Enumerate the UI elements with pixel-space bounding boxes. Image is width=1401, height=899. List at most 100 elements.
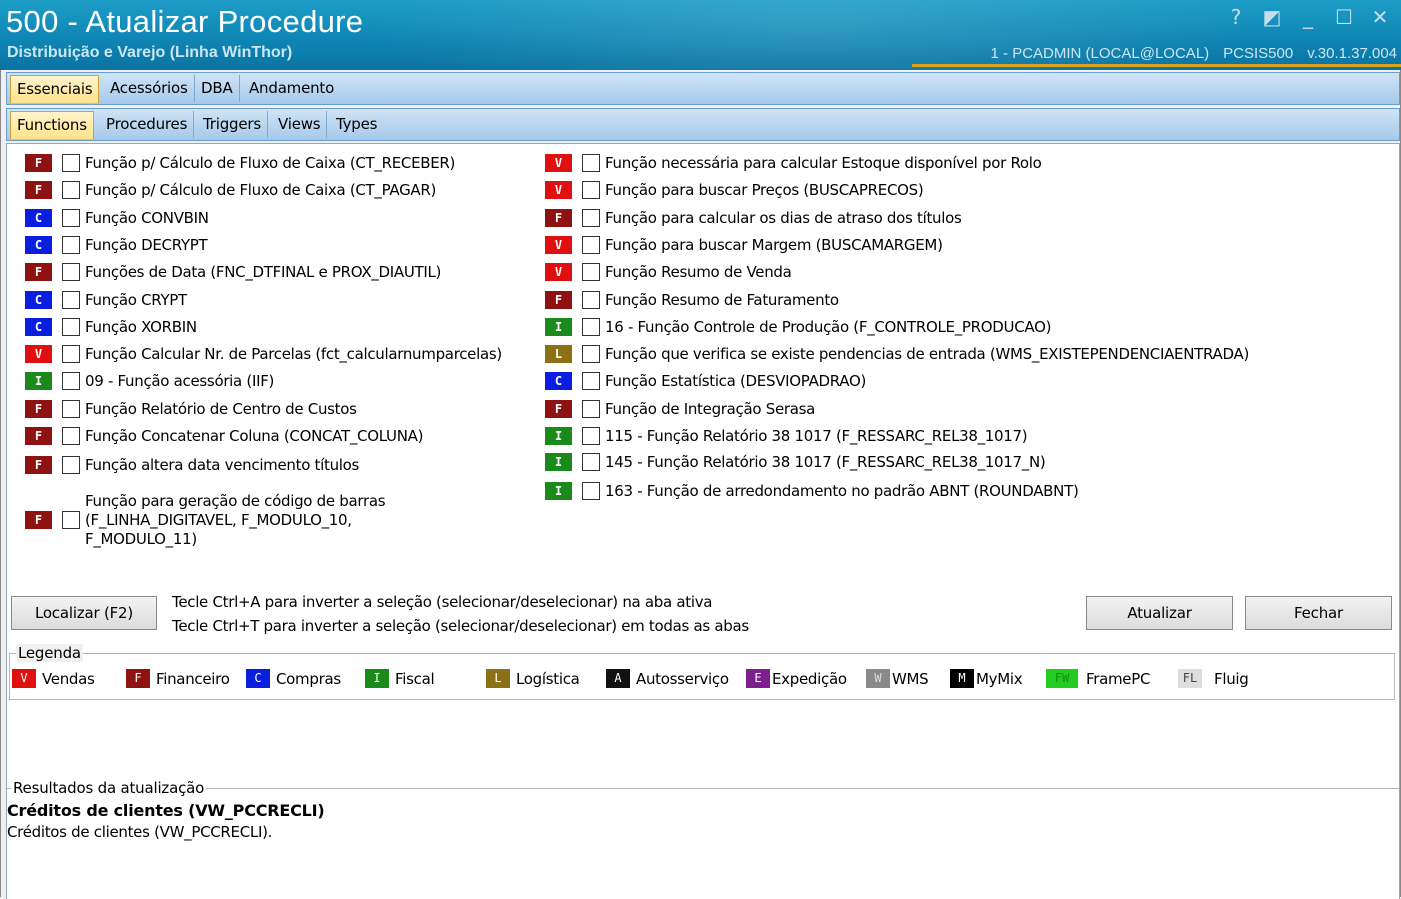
list-item[interactable]: I 16 - Função Controle de Produção (F_CON… xyxy=(545,316,1051,338)
financeiro-swatch: F xyxy=(126,669,150,688)
list-item[interactable]: F Função para calcular os dias de atraso … xyxy=(545,207,962,229)
item-label: Função para buscar Preços (BUSCAPRECOS) xyxy=(605,181,924,199)
vendas-badge: V xyxy=(545,181,572,199)
list-item[interactable]: F Função Relatório de Centro de Custos xyxy=(25,398,357,420)
list-item[interactable]: F Função p/ Cálculo de Fluxo de Caixa (CT… xyxy=(25,152,455,174)
item-checkbox[interactable] xyxy=(62,181,80,199)
financeiro-badge: F xyxy=(25,427,52,445)
compras-badge: C xyxy=(25,209,52,227)
list-item[interactable]: F Função Resumo de Faturamento xyxy=(545,289,839,311)
tab-andamento[interactable]: Andamento xyxy=(243,75,340,102)
item-checkbox[interactable] xyxy=(582,453,600,471)
item-label: Função Concatenar Coluna (CONCAT_COLUNA) xyxy=(85,427,424,445)
tab-views[interactable]: Views xyxy=(272,111,328,138)
list-item[interactable]: I 145 - Função Relatório 38 1017 (F_RESSA… xyxy=(545,451,1046,473)
localizar-button[interactable]: Localizar (F2) xyxy=(11,596,157,630)
item-checkbox[interactable] xyxy=(582,181,600,199)
list-item[interactable]: C Função CONVBIN xyxy=(25,207,209,229)
item-checkbox[interactable] xyxy=(62,291,80,309)
tab-dba[interactable]: DBA xyxy=(195,75,240,102)
legend-item-wms: W WMS xyxy=(866,669,929,688)
financeiro-badge: F xyxy=(25,456,52,474)
list-item[interactable]: V Função para buscar Margem (BUSCAMARGEM) xyxy=(545,234,943,256)
results-heading: Créditos de clientes (VW_PCCRECLI) xyxy=(7,801,325,820)
list-item[interactable]: F Funções de Data (FNC_DTFINAL e PROX_DIA… xyxy=(25,261,441,283)
item-checkbox[interactable] xyxy=(582,345,600,363)
item-checkbox[interactable] xyxy=(582,263,600,281)
item-checkbox[interactable] xyxy=(582,400,600,418)
item-checkbox[interactable] xyxy=(582,482,600,500)
item-checkbox[interactable] xyxy=(582,372,600,390)
list-item[interactable]: C Função DECRYPT xyxy=(25,234,208,256)
item-checkbox[interactable] xyxy=(582,236,600,254)
item-checkbox[interactable] xyxy=(62,263,80,281)
list-item[interactable]: F Função p/ Cálculo de Fluxo de Caixa (CT… xyxy=(25,179,436,201)
tab-acessorios[interactable]: Acessórios xyxy=(104,75,195,102)
list-item[interactable]: L Função que verifica se existe pendencia… xyxy=(545,343,1249,365)
item-label: Função CONVBIN xyxy=(85,209,209,227)
list-item[interactable]: C Função Estatística (DESVIOPADRAO) xyxy=(545,370,866,392)
user-info: 1 - PCADMIN (LOCAL@LOCAL) xyxy=(990,45,1210,62)
minimize-icon[interactable]: _ xyxy=(1297,6,1319,28)
tab-triggers[interactable]: Triggers xyxy=(197,111,268,138)
fiscal-badge: I xyxy=(545,427,572,445)
results-panel[interactable]: Resultados da atualização Créditos de cl… xyxy=(7,779,1399,899)
tab-procedures[interactable]: Procedures xyxy=(100,111,195,138)
restore-icon[interactable]: ◩ xyxy=(1261,6,1283,28)
help-icon[interactable]: ? xyxy=(1225,6,1247,28)
fiscal-swatch: I xyxy=(365,669,389,688)
compras-badge: C xyxy=(25,236,52,254)
item-label: Função altera data vencimento títulos xyxy=(85,456,360,474)
list-item[interactable]: V Função necessária para calcular Estoque… xyxy=(545,152,1042,174)
financeiro-badge: F xyxy=(545,209,572,227)
item-checkbox[interactable] xyxy=(62,345,80,363)
list-item[interactable]: F Função Concatenar Coluna (CONCAT_COLUNA… xyxy=(25,425,423,447)
legend-title: Legenda xyxy=(16,644,83,662)
list-item[interactable]: I 163 - Função de arredondamento no padrã… xyxy=(545,480,1079,502)
tab-essenciais[interactable]: Essenciais xyxy=(10,75,100,103)
item-checkbox[interactable] xyxy=(62,154,80,172)
fiscal-badge: I xyxy=(545,482,572,500)
item-checkbox[interactable] xyxy=(62,427,80,445)
item-checkbox[interactable] xyxy=(582,427,600,445)
legend-label: Fluig xyxy=(1214,669,1249,688)
item-checkbox[interactable] xyxy=(582,154,600,172)
list-item[interactable]: F Função altera data vencimento títulos xyxy=(25,454,359,476)
list-item[interactable]: F Função de Integração Serasa xyxy=(545,398,815,420)
main-frame: Essenciais Acessórios DBA Andamento Func… xyxy=(0,70,1401,899)
item-checkbox[interactable] xyxy=(582,291,600,309)
list-item[interactable]: V Função Resumo de Venda xyxy=(545,261,792,283)
list-item[interactable]: I 115 - Função Relatório 38 1017 (F_RESSA… xyxy=(545,425,1028,447)
item-checkbox[interactable] xyxy=(62,400,80,418)
vendas-swatch: V xyxy=(12,669,36,688)
item-checkbox[interactable] xyxy=(62,372,80,390)
item-checkbox[interactable] xyxy=(582,318,600,336)
item-checkbox[interactable] xyxy=(62,456,80,474)
legend-item-expedicao: E Expedição xyxy=(746,669,847,688)
item-checkbox[interactable] xyxy=(62,236,80,254)
item-checkbox[interactable] xyxy=(582,209,600,227)
item-checkbox[interactable] xyxy=(62,511,80,529)
list-item[interactable]: F Função para geração de código de barras… xyxy=(25,490,415,550)
list-item[interactable]: V Função para buscar Preços (BUSCAPRECOS) xyxy=(545,179,924,201)
item-label: Função CRYPT xyxy=(85,291,187,309)
framepc-swatch: FW xyxy=(1046,669,1078,688)
atualizar-button[interactable]: Atualizar xyxy=(1086,596,1233,630)
results-line: Créditos de clientes (VW_PCCRECLI). xyxy=(7,823,273,841)
item-checkbox[interactable] xyxy=(62,209,80,227)
list-item[interactable]: I 09 - Função acessória (IIF) xyxy=(25,370,274,392)
compras-badge: C xyxy=(25,291,52,309)
functions-panel: F Função p/ Cálculo de Fluxo de Caixa (CT… xyxy=(6,143,1400,899)
logistica-swatch: L xyxy=(486,669,510,688)
list-item[interactable]: V Função Calcular Nr. de Parcelas (fct_ca… xyxy=(25,343,502,365)
close-icon[interactable]: ✕ xyxy=(1369,6,1391,28)
tab-functions[interactable]: Functions xyxy=(10,111,94,139)
maximize-icon[interactable]: ☐ xyxy=(1333,6,1355,28)
item-checkbox[interactable] xyxy=(62,318,80,336)
legend-group: Legenda V Vendas F Financeiro C Compras I Fi… xyxy=(9,644,1395,700)
tab-types[interactable]: Types xyxy=(330,111,383,138)
list-item[interactable]: C Função CRYPT xyxy=(25,289,187,311)
fechar-button[interactable]: Fechar xyxy=(1245,596,1392,630)
list-item[interactable]: C Função XORBIN xyxy=(25,316,197,338)
financeiro-badge: F xyxy=(25,263,52,281)
